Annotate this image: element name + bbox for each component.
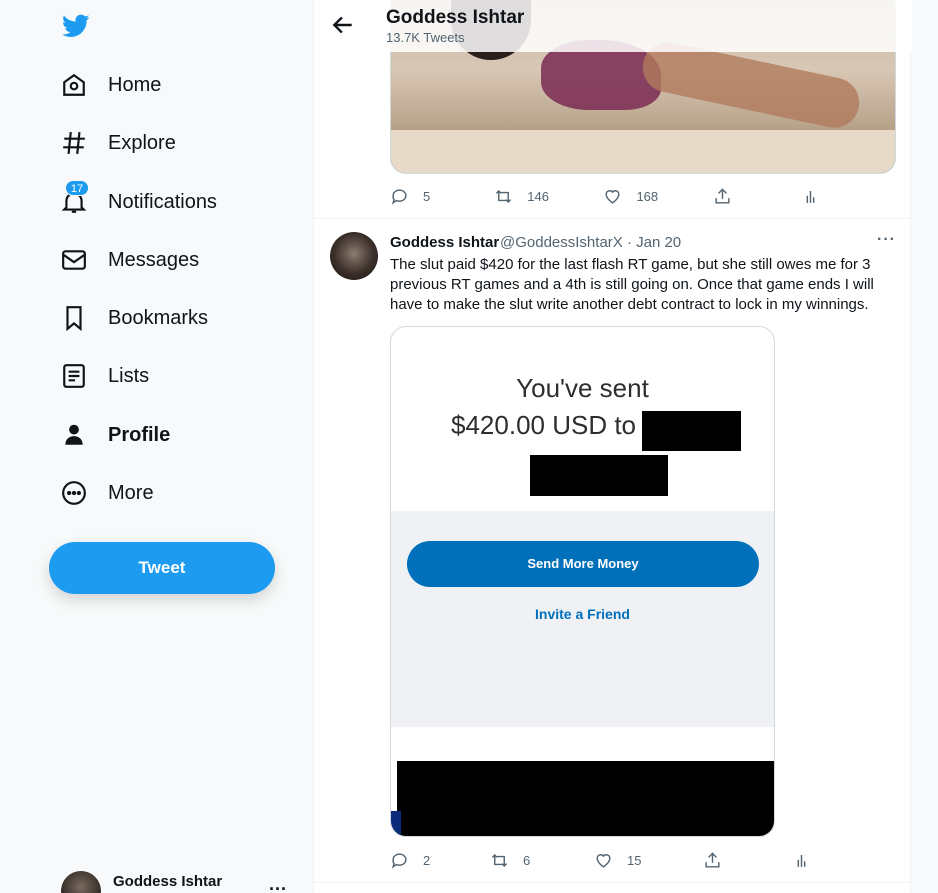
nav-home[interactable]: Home — [60, 65, 161, 105]
retweet-count: 6 — [523, 852, 531, 868]
tweet-text: The slut paid $420 for the last flash RT… — [390, 256, 874, 313]
nav-explore[interactable]: Explore — [60, 123, 176, 163]
tweet-actions: 5 146 168 — [390, 186, 820, 206]
send-more-money-button: Send More Money — [407, 541, 759, 587]
nav-messages-label: Messages — [108, 248, 200, 271]
tweet-actions: 2 6 15 — [390, 850, 820, 870]
retweet-button[interactable]: 6 — [490, 851, 594, 870]
avatar — [61, 871, 101, 893]
tweet-button[interactable]: Tweet — [49, 542, 275, 594]
nav-explore-label: Explore — [108, 131, 176, 154]
reply-count: 5 — [423, 188, 431, 204]
home-icon — [60, 71, 88, 99]
retweet-button[interactable]: 146 — [494, 187, 603, 206]
reply-icon — [391, 852, 407, 869]
share-icon — [715, 187, 730, 204]
invite-friend-link: Invite a Friend — [535, 606, 630, 622]
page-title: Goddess Ishtar — [386, 7, 525, 28]
nav-messages[interactable]: Messages — [60, 240, 199, 280]
analytics-button[interactable] — [801, 187, 820, 206]
person-icon — [60, 421, 88, 449]
account-switcher[interactable]: Goddess Ishtar ... — [61, 868, 301, 893]
nav-notifications-label: Notifications — [108, 190, 217, 213]
nav-lists-label: Lists — [108, 364, 150, 387]
reply-button[interactable]: 5 — [390, 187, 494, 206]
payment-sent-text: You've sent — [516, 373, 649, 403]
tweet-author-name[interactable]: Goddess Ishtar — [390, 234, 499, 251]
nav-notifications[interactable]: 17 Notifications — [60, 180, 217, 222]
account-more-icon[interactable]: ... — [269, 874, 287, 893]
twitter-logo-icon[interactable] — [60, 12, 92, 40]
tweet-media[interactable]: You've sent $420.00 USD to Send More Mon… — [390, 326, 775, 837]
list-icon — [60, 362, 88, 390]
more-circle-icon — [60, 479, 88, 507]
bell-icon: 17 — [60, 180, 89, 216]
payment-amount-text: $420.00 USD to — [451, 410, 637, 440]
heart-icon — [605, 189, 620, 204]
retweet-icon — [496, 189, 512, 203]
profile-header: Goddess Ishtar 13.7K Tweets — [314, 0, 912, 52]
analytics-button[interactable] — [792, 851, 811, 870]
bookmark-icon — [60, 304, 88, 332]
account-name: Goddess Ishtar — [113, 873, 223, 890]
retweet-count: 146 — [527, 188, 549, 204]
heart-icon — [596, 853, 611, 868]
nav-more[interactable]: More — [60, 473, 154, 513]
tweet-more-icon[interactable]: ··· — [877, 231, 896, 249]
reply-icon — [391, 188, 407, 205]
redaction-box — [391, 761, 774, 836]
tweet-handle-date[interactable]: @GoddessIshtarX · Jan 20 — [500, 234, 681, 251]
divider — [314, 882, 912, 883]
like-count: 168 — [636, 188, 659, 204]
like-count: 15 — [627, 852, 642, 868]
like-button[interactable]: 168 — [603, 187, 712, 206]
nav-bookmarks[interactable]: Bookmarks — [60, 298, 208, 338]
nav-home-label: Home — [108, 73, 162, 96]
avatar[interactable] — [330, 232, 378, 280]
back-arrow-icon[interactable] — [330, 12, 356, 38]
nav-more-label: More — [108, 481, 154, 504]
redaction-box — [530, 455, 668, 496]
share-icon — [705, 851, 720, 868]
like-button[interactable]: 15 — [594, 851, 703, 870]
analytics-icon — [797, 854, 806, 867]
nav-profile-label: Profile — [108, 423, 171, 446]
analytics-icon — [806, 190, 815, 203]
reply-count: 2 — [423, 852, 431, 868]
reply-button[interactable]: 2 — [390, 851, 490, 870]
hashtag-icon — [60, 129, 88, 157]
retweet-icon — [491, 853, 508, 867]
redaction-box — [642, 411, 741, 451]
tweet-count: 13.7K Tweets — [386, 30, 465, 45]
notification-badge: 17 — [65, 180, 89, 196]
mail-icon — [60, 246, 88, 274]
nav-bookmarks-label: Bookmarks — [108, 306, 209, 329]
divider — [314, 218, 912, 219]
nav-lists[interactable]: Lists — [60, 356, 149, 396]
nav-profile[interactable]: Profile — [60, 415, 170, 455]
sidebar: Home Explore 17 Notifications Messages B… — [0, 0, 313, 893]
main-column: Goddess Ishtar 13.7K Tweets 5 146 168 Go… — [313, 0, 912, 893]
share-button[interactable] — [703, 851, 792, 870]
share-button[interactable] — [713, 187, 801, 206]
